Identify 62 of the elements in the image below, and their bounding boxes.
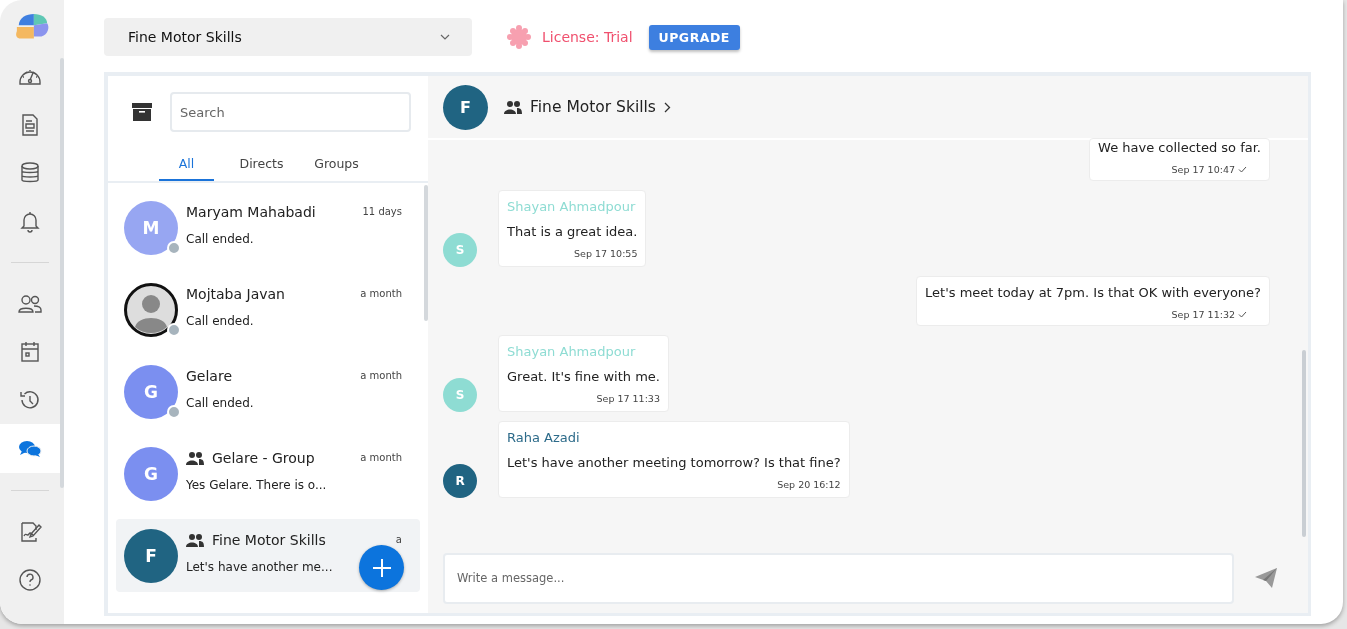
chat-title: Fine Motor Skills — [530, 98, 656, 116]
sender-name: Shayan Ahmadpour — [507, 199, 637, 214]
message-time: Sep 17 10:55 — [574, 248, 638, 259]
message-text: Let's have another meeting tomorrow? Is that fine? — [507, 455, 841, 470]
flower-icon — [506, 24, 532, 50]
contact-name: Fine Motor Skills — [212, 531, 326, 548]
last-activity-time: a month — [360, 288, 402, 299]
message-time: Sep 17 11:33 — [596, 393, 660, 404]
search-field[interactable]: Search — [170, 92, 411, 132]
project-dropdown[interactable]: Fine Motor Skills — [104, 18, 472, 56]
message-text: That is a great idea. — [507, 224, 638, 239]
filter-tab[interactable]: Directs — [234, 150, 289, 181]
message-preview: Let's have another me... — [186, 559, 333, 574]
nav-item[interactable] — [0, 424, 60, 473]
conversation-item[interactable]: Mojtaba Javan a month Call ended. — [116, 273, 420, 346]
contact-name: Mojtaba Javan — [186, 285, 285, 302]
message-time: Sep 17 10:47 — [1171, 164, 1235, 175]
contact-name: Maryam Mahabadi — [186, 203, 316, 220]
send-button[interactable] — [1254, 567, 1278, 589]
message-text: Let's meet today at 7pm. Is that OK with everyone? — [925, 285, 1261, 300]
plus-icon — [371, 557, 392, 578]
message-preview: Call ended. — [186, 231, 254, 246]
avatar: S — [443, 233, 477, 267]
avatar: S — [443, 378, 477, 412]
license-status: License: Trial — [542, 29, 633, 45]
avatar — [124, 282, 178, 337]
contact-name: Gelare — [186, 367, 232, 384]
message-field[interactable]: Write a message... — [443, 552, 1234, 604]
help-icon — [17, 566, 43, 593]
last-activity-time: a month — [360, 370, 402, 381]
caret-icon — [440, 34, 450, 40]
conversation-item[interactable]: F Fine Motor Skills a Let's have another me... — [116, 519, 420, 592]
send-icon — [1254, 567, 1278, 589]
message-time: Sep 17 11:32 — [1171, 309, 1235, 320]
conversation-item[interactable]: M Maryam Mahabadi 11 days Call ended. — [116, 191, 420, 264]
dropdown-value: Fine Motor Skills — [128, 29, 242, 45]
avatar: R — [443, 464, 477, 498]
conversation-item[interactable]: G Gelare - Group a month Yes Gelare. There is o... — [116, 437, 420, 510]
filter-tab[interactable]: Groups — [309, 150, 364, 181]
avatar: F — [443, 84, 488, 130]
sender-name: Raha Azadi — [507, 430, 581, 445]
contact-name: Gelare - Group — [212, 449, 315, 466]
message-preview: Call ended. — [186, 313, 254, 328]
avatar: F — [124, 528, 178, 583]
message-time: Sep 20 16:12 — [777, 479, 841, 490]
upgrade-button[interactable]: UPGRADE — [648, 24, 740, 50]
last-activity-time: a — [395, 534, 402, 545]
last-activity-time: 11 days — [362, 206, 402, 217]
message-text: Great. It's fine with me. — [507, 369, 660, 384]
message-preview: Yes Gelare. There is o... — [186, 477, 327, 492]
chat-title-link[interactable]: Fine Motor Skills — [504, 98, 671, 116]
group-icon — [504, 100, 522, 114]
avatar: G — [124, 364, 178, 419]
archive-icon[interactable] — [130, 100, 154, 124]
avatar: G — [124, 446, 178, 501]
chevron-right-icon — [663, 101, 671, 113]
conversation-item[interactable]: G Gelare a month Call ended. — [116, 355, 420, 428]
message-preview: Call ended. — [186, 395, 254, 410]
sender-name: Shayan Ahmadpour — [507, 344, 637, 359]
message-text: We have collected so far. — [1098, 140, 1261, 155]
avatar: M — [124, 200, 178, 255]
last-activity-time: a month — [360, 452, 402, 463]
